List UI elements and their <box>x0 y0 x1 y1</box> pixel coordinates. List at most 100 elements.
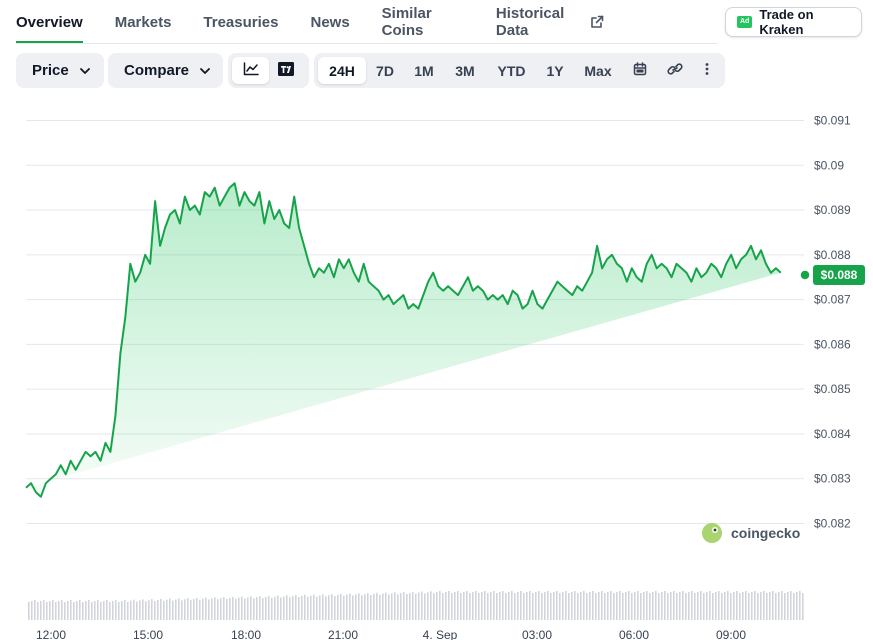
volume-bar <box>463 592 465 620</box>
line-chart-button[interactable] <box>232 57 269 84</box>
range-selector: 24H 7D 1M 3M YTD 1Y Max <box>314 53 725 88</box>
tab-label: Treasuries <box>203 13 279 31</box>
volume-bar <box>748 593 750 620</box>
volume-bar <box>442 593 444 620</box>
volume-bar <box>739 593 741 620</box>
volume-bar <box>226 599 228 620</box>
volume-bar <box>166 599 168 620</box>
volume-bar <box>241 596 243 620</box>
y-tick-label: $0.085 <box>814 382 851 396</box>
volume-bar <box>223 597 225 620</box>
volume-bar <box>544 592 546 620</box>
volume-bar <box>694 593 696 620</box>
range-1y-button[interactable]: 1Y <box>537 57 573 84</box>
volume-bar <box>793 593 795 620</box>
volume-bar <box>631 593 633 620</box>
y-axis: $0.091 $0.09 $0.089 $0.088 $0.087 $0.086 $0.08… <box>814 113 851 530</box>
volume-bar <box>157 599 159 620</box>
volume-bar <box>775 593 777 620</box>
volume-bar <box>574 591 576 620</box>
volume-bar <box>211 598 213 620</box>
line-chart-icon <box>243 62 259 79</box>
volume-bar <box>376 592 378 620</box>
tab-treasuries[interactable]: Treasuries <box>203 0 278 44</box>
volume-bar <box>496 593 498 620</box>
volume-bar <box>235 598 237 620</box>
volume-bar <box>682 591 684 620</box>
y-tick-label: $0.086 <box>814 337 851 351</box>
volume-bar <box>88 600 90 620</box>
volume-bar <box>697 592 699 620</box>
volume-bar <box>142 599 144 620</box>
range-max-button[interactable]: Max <box>573 57 623 84</box>
trade-on-kraken-button[interactable]: Ad Trade on Kraken <box>725 7 862 37</box>
volume-bar <box>598 592 600 620</box>
volume-bar <box>367 593 369 620</box>
volume-bar <box>190 600 192 620</box>
coingecko-watermark: coingecko <box>702 523 800 543</box>
tradingview-button[interactable] <box>269 57 303 84</box>
volume-bar <box>541 593 543 620</box>
price-dropdown[interactable]: Price <box>16 53 104 88</box>
volume-bar <box>613 593 615 620</box>
volume-bar <box>214 597 216 620</box>
volume-bar <box>250 596 252 620</box>
volume-bar <box>673 591 675 620</box>
ad-label: Trade on Kraken <box>759 7 814 37</box>
tab-similar-coins[interactable]: Similar Coins <box>382 0 464 44</box>
volume-bar <box>154 601 156 620</box>
volume-bar <box>388 594 390 620</box>
price-dropdown-label: Price <box>32 62 69 79</box>
volume-bar <box>373 593 375 620</box>
volume-bar <box>349 593 351 620</box>
volume-bar <box>523 593 525 620</box>
volume-bar <box>382 593 384 620</box>
tab-overview[interactable]: Overview <box>16 0 83 44</box>
volume-bar <box>361 595 363 620</box>
volume-bar <box>412 591 414 620</box>
volume-bar <box>484 591 486 620</box>
volume-bar <box>514 593 516 620</box>
volume-bar <box>454 592 456 620</box>
y-tick-label: $0.088 <box>814 248 851 262</box>
volume-bar <box>439 591 441 620</box>
volume-bar <box>331 594 333 620</box>
volume-bar <box>670 592 672 620</box>
volume-bar <box>103 601 105 620</box>
range-3m-button[interactable]: 3M <box>444 57 486 84</box>
tab-news[interactable]: News <box>310 0 349 44</box>
volume-bar <box>766 593 768 620</box>
volume-bar <box>46 602 48 620</box>
volume-bar <box>646 591 648 620</box>
range-label: 24H <box>329 62 355 79</box>
compare-dropdown[interactable]: Compare <box>108 53 223 88</box>
range-ytd-button[interactable]: YTD <box>486 57 537 84</box>
volume-bar <box>526 592 528 620</box>
price-chart[interactable]: $0.091 $0.09 $0.089 $0.088 $0.087 $0.086 $0.08… <box>0 96 873 640</box>
volume-bar <box>178 598 180 620</box>
volume-bar <box>208 599 210 620</box>
calendar-button[interactable] <box>623 57 657 84</box>
volume-bar <box>520 591 522 620</box>
range-1m-button[interactable]: 1M <box>404 57 444 84</box>
volume-bar <box>565 591 567 620</box>
share-link-button[interactable] <box>657 57 693 84</box>
range-24h-button[interactable]: 24H <box>318 57 366 84</box>
volume-bar <box>784 593 786 620</box>
volume-bar <box>706 592 708 620</box>
more-options-button[interactable] <box>693 57 721 84</box>
volume-bar <box>151 599 153 620</box>
volume-bar <box>634 592 636 620</box>
x-tick-label: 06:00 <box>619 628 649 640</box>
volume-bar <box>79 600 81 620</box>
y-tick-label: $0.091 <box>814 113 851 127</box>
volume-bar <box>298 596 300 620</box>
tab-historical-data[interactable]: Historical Data <box>496 0 604 44</box>
volume-bar <box>787 592 789 620</box>
tab-markets[interactable]: Markets <box>115 0 172 44</box>
volume-bar <box>712 593 714 620</box>
volume-bar <box>550 593 552 620</box>
volume-bar <box>781 591 783 620</box>
range-7d-button[interactable]: 7D <box>366 57 404 84</box>
volume-bar <box>466 591 468 620</box>
